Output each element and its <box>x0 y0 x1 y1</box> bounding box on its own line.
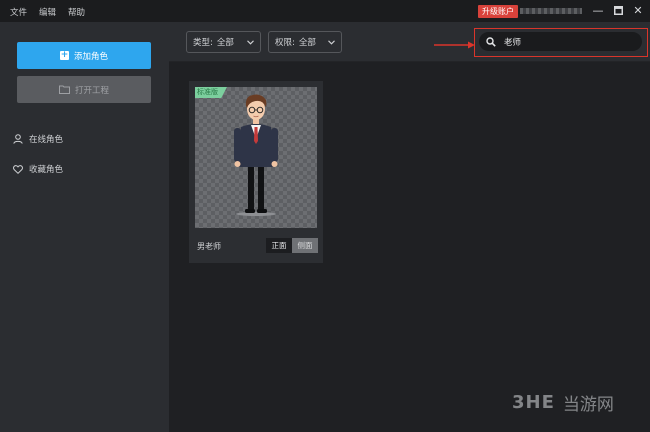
menu-bar: 文件 编辑 帮助 <box>10 6 85 18</box>
open-project-label: 打开工程 <box>74 85 109 96</box>
search-input[interactable] <box>504 36 624 47</box>
plus-icon: + <box>59 50 69 60</box>
watermark-text: 当游网 <box>562 395 614 415</box>
chevron-down-icon <box>328 39 335 45</box>
permission-filter-label: 权限: <box>275 38 295 48</box>
sidebar-item-label: 在线角色 <box>29 135 64 145</box>
menu-file[interactable]: 文件 <box>10 6 27 18</box>
character-card[interactable]: 标准版 男老师 正面 侧面 <box>189 81 323 263</box>
search-box[interactable] <box>479 32 642 51</box>
add-role-label: 添加角色 <box>73 51 108 62</box>
heart-icon <box>13 164 23 174</box>
content-area: 标准版 男老师 正面 侧面 <box>169 62 650 432</box>
title-bar: 文件 编辑 帮助 升级账户 — ✕ <box>0 0 650 22</box>
type-filter-dropdown[interactable]: 类型: 全部 <box>186 31 261 53</box>
side-view-button[interactable]: 侧面 <box>292 238 318 253</box>
watermark: 3HE 当游网 <box>512 390 614 415</box>
chevron-down-icon <box>247 39 254 45</box>
add-role-button[interactable]: + 添加角色 <box>17 42 151 69</box>
search-highlight-box <box>474 28 648 57</box>
close-icon[interactable]: ✕ <box>632 4 644 17</box>
teacher-character-image <box>234 94 278 216</box>
minimize-icon[interactable]: — <box>592 4 604 17</box>
search-icon <box>486 36 496 47</box>
upgrade-account-button[interactable]: 升级账户 <box>478 5 518 18</box>
sidebar-item-favorite-roles[interactable]: 收藏角色 <box>13 163 63 175</box>
character-preview[interactable]: 标准版 <box>195 87 317 228</box>
character-name: 男老师 <box>197 242 221 251</box>
open-project-button[interactable]: 打开工程 <box>17 76 151 103</box>
menu-edit[interactable]: 编辑 <box>39 6 56 18</box>
annotation-arrow <box>434 41 475 49</box>
sidebar: + 添加角色 打开工程 在线角色 收藏角色 <box>0 22 169 432</box>
front-view-button[interactable]: 正面 <box>266 238 292 253</box>
folder-icon <box>58 85 70 94</box>
maximize-icon[interactable] <box>612 4 624 18</box>
menu-help[interactable]: 帮助 <box>68 6 85 18</box>
type-filter-label: 类型: <box>193 38 213 48</box>
permission-filter-dropdown[interactable]: 权限: 全部 <box>268 31 342 53</box>
view-toggle: 正面 侧面 <box>266 238 318 253</box>
sidebar-item-online-roles[interactable]: 在线角色 <box>13 133 63 145</box>
filter-toolbar: 类型: 全部 权限: 全部 <box>169 22 650 62</box>
account-name-blurred[interactable] <box>520 8 582 14</box>
watermark-logo: 3HE <box>512 392 555 413</box>
sidebar-item-label: 收藏角色 <box>29 165 64 175</box>
permission-filter-value: 全部 <box>298 38 316 48</box>
user-icon <box>13 134 23 144</box>
type-filter-value: 全部 <box>216 38 234 48</box>
